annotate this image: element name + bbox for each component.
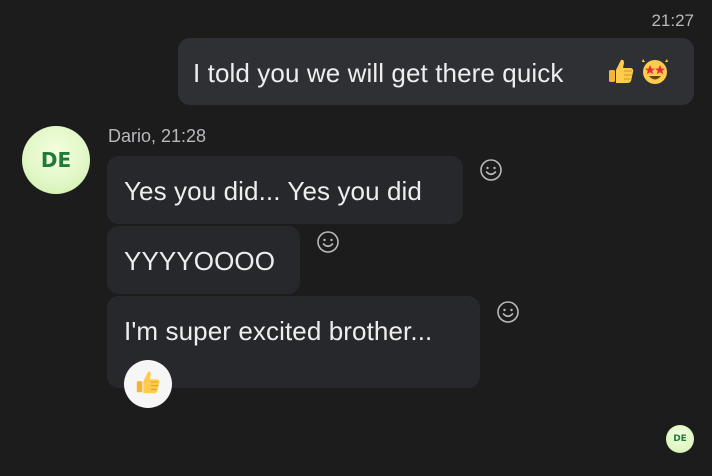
star-struck-icon	[640, 56, 670, 93]
incoming-message-text: YYYYOOOO	[124, 246, 276, 276]
add-reaction-icon[interactable]	[495, 299, 521, 325]
thumbs-up-icon	[606, 56, 636, 93]
outgoing-timestamp: 21:27	[651, 11, 694, 30]
outgoing-message-text: I told you we will get there quick	[193, 58, 564, 88]
thumbs-up-icon	[134, 368, 162, 401]
sender-name-time: Dario, 21:28	[108, 126, 207, 146]
outgoing-message-bubble[interactable]: I told you we will get there quick	[178, 38, 694, 105]
incoming-message-bubble[interactable]: Yes you did... Yes you did	[107, 156, 463, 224]
add-reaction-icon[interactable]	[315, 229, 341, 255]
read-receipt-avatar: DE	[666, 425, 694, 453]
incoming-message-text: I'm super excited brother...	[124, 316, 433, 346]
sender-avatar[interactable]: DE	[22, 126, 90, 194]
incoming-message-text: Yes you did... Yes you did	[124, 176, 422, 206]
incoming-message-bubble[interactable]: YYYYOOOO	[107, 226, 300, 294]
add-reaction-icon[interactable]	[478, 157, 504, 183]
reaction-chip[interactable]	[124, 360, 172, 408]
sender-avatar-initials: DE	[40, 148, 72, 172]
read-receipt-initials: DE	[673, 434, 687, 444]
